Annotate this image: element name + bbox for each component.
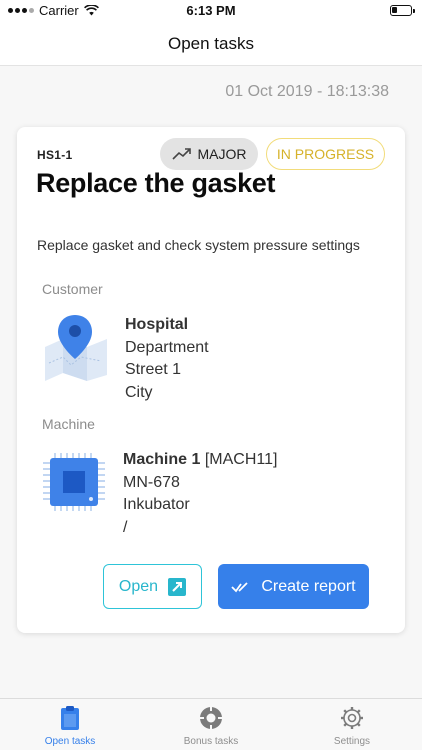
task-timestamp: 01 Oct 2019 - 18:13:38 <box>225 83 389 100</box>
processor-chip-icon <box>41 449 107 520</box>
customer-section-label: Customer <box>42 281 103 297</box>
customer-department: Department <box>125 338 209 356</box>
task-id: HS1-1 <box>37 148 73 162</box>
status-bar: Carrier 6:13 PM <box>0 0 422 22</box>
task-card[interactable]: HS1-1 MAJOR IN PROGRESS Replace the gask… <box>17 127 405 633</box>
open-external-icon <box>168 577 187 596</box>
tab-settings[interactable]: Settings <box>282 699 422 750</box>
tab-open-tasks[interactable]: Open tasks <box>0 699 140 750</box>
navigation-bar: Open tasks <box>0 22 422 66</box>
gear-icon <box>341 707 363 729</box>
clipboard-icon <box>61 706 79 730</box>
customer-city: City <box>125 383 153 401</box>
create-report-label: Create report <box>261 577 356 595</box>
open-button-label: Open <box>118 577 159 595</box>
machine-type: Inkubator <box>123 496 190 513</box>
machine-name: Machine 1 <box>123 451 201 468</box>
customer-details: Hospital Department Street 1 City <box>125 314 209 404</box>
battery-icon <box>390 5 415 16</box>
tab-bar: Open tasks Bonus tasks Settings <box>0 698 422 750</box>
tab-label: Settings <box>333 736 371 747</box>
priority-badge: MAJOR <box>160 138 258 170</box>
tab-label: Bonus tasks <box>183 736 239 747</box>
clock: 6:13 PM <box>186 3 236 18</box>
machine-name-row: Machine 1 [MACH11] <box>123 449 277 472</box>
tab-label: Open tasks <box>44 736 96 747</box>
machine-extra: / <box>123 518 128 536</box>
machine-serial: MN-678 <box>123 473 180 491</box>
task-description: Replace gasket and check system pressure… <box>37 237 360 253</box>
customer-street: Street 1 <box>125 361 182 378</box>
create-report-button[interactable]: Create report <box>218 564 369 609</box>
machine-details: Machine 1 [MACH11] MN-678 Inkubator / <box>123 449 277 539</box>
customer-name: Hospital <box>125 316 189 333</box>
task-title: Replace the gasket <box>36 168 276 198</box>
open-button[interactable]: Open <box>103 564 202 609</box>
lifebuoy-icon <box>200 707 222 729</box>
priority-label: MAJOR <box>197 146 247 162</box>
tab-bonus-tasks[interactable]: Bonus tasks <box>141 699 281 750</box>
page-title: Open tasks <box>168 34 254 53</box>
machine-section-label: Machine <box>42 416 95 432</box>
machine-code: [MACH11] <box>204 451 278 468</box>
trending-up-icon <box>171 148 191 160</box>
status-badge: IN PROGRESS <box>266 138 385 170</box>
double-check-icon <box>231 581 248 592</box>
map-location-icon <box>41 313 111 386</box>
